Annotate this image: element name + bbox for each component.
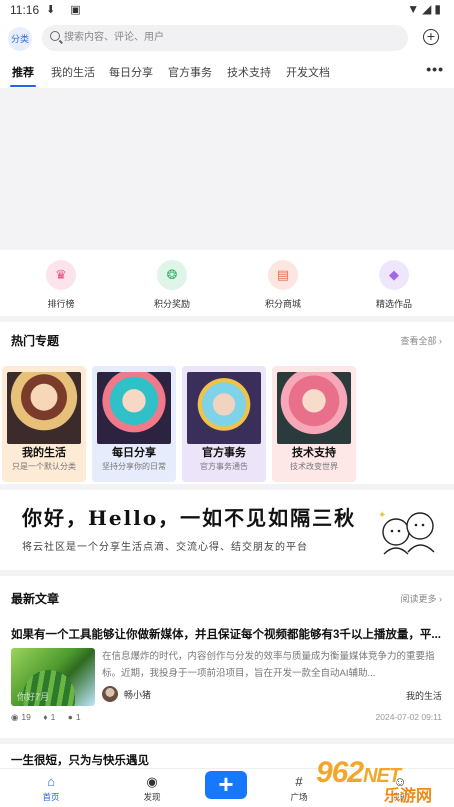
topic-name: 我的生活 xyxy=(22,447,66,459)
notification-icons: ⬇ ▣ xyxy=(46,4,87,16)
more-icon[interactable]: ••• xyxy=(426,61,444,77)
section-title: 最新文章 xyxy=(11,592,60,606)
article-thumbnail[interactable]: 你好7月 xyxy=(11,648,95,706)
quick-link-label: 积分商城 xyxy=(264,299,301,309)
author-name: 畅小猪 xyxy=(124,689,152,700)
crown-icon: ♛ xyxy=(46,260,76,290)
article-category[interactable]: 我的生活 xyxy=(406,689,442,702)
topic-name: 技术支持 xyxy=(292,447,336,459)
tab-dev-docs[interactable]: 开发文档 xyxy=(286,64,330,80)
banner-area[interactable] xyxy=(0,88,454,246)
view-all-link[interactable]: 查看全部 › xyxy=(401,334,443,347)
tab-daily-share[interactable]: 每日分享 xyxy=(109,64,153,80)
topic-image xyxy=(97,372,171,444)
section-title: 热门专题 xyxy=(11,334,60,348)
views-count: 19 xyxy=(21,712,31,722)
active-tab-indicator xyxy=(10,85,36,87)
article-summary: 在信息爆炸的时代，内容创作与分发的效率与质量成为衡量媒体竞争力的重要指标。近期，… xyxy=(102,651,435,679)
slogan-subline: 将云社区是一个分享生活点滴、交流心得、结交朋友的平台 xyxy=(22,542,308,553)
category-button[interactable]: 分类 xyxy=(8,27,32,51)
quick-link-featured[interactable]: ◆ 精选作品 xyxy=(364,260,424,310)
search-input[interactable]: 搜索内容、评论、用户 xyxy=(42,25,408,51)
quick-link-ranking[interactable]: ♛ 排行榜 xyxy=(31,260,91,310)
article-date: 2024-07-02 09:11 xyxy=(375,712,442,722)
quick-link-label: 排行榜 xyxy=(47,299,75,309)
article-title: 一生很短，只为与快乐遇见 xyxy=(11,755,149,767)
tab-my-life[interactable]: 我的生活 xyxy=(51,64,95,80)
read-more-link[interactable]: 阅读更多 › xyxy=(401,592,443,605)
topic-card-official[interactable]: 官方事务 官方事务通告 xyxy=(182,366,266,482)
topic-name: 官方事务 xyxy=(202,447,246,459)
quick-link-label: 积分奖励 xyxy=(153,299,190,309)
comments-count: 1 xyxy=(75,712,81,722)
article-stats: ◉ 19 ♦ 1 ● 1 xyxy=(11,712,91,723)
avatar xyxy=(102,686,118,702)
topic-desc: 官方事务通告 xyxy=(200,462,248,471)
site-watermark-logo: 962NET 乐游网 xyxy=(316,756,448,805)
topic-image xyxy=(7,372,81,444)
quick-links: ♛ 排行榜 ❂ 积分奖励 ▤ 积分商城 ◆ 精选作品 xyxy=(0,250,454,316)
signal-battery-icons: ▼◢▮ xyxy=(407,2,444,16)
watermark-sub: 乐游网 xyxy=(384,788,433,805)
article-author[interactable]: 畅小猪 xyxy=(102,686,151,702)
topic-desc: 技术改变世界 xyxy=(290,462,338,471)
topic-image xyxy=(187,372,261,444)
topic-image xyxy=(277,372,351,444)
cartoon-couple-icon: ✦ xyxy=(378,510,435,555)
eye-icon: ◉ xyxy=(11,712,19,722)
search-placeholder: 搜索内容、评论、用户 xyxy=(64,32,164,43)
quick-link-points-reward[interactable]: ❂ 积分奖励 xyxy=(142,260,202,310)
thumbnail-text: 你好7月 xyxy=(17,692,50,702)
tab-bar: 推荐 我的生活 每日分享 官方事务 技术支持 开发文档 ••• xyxy=(0,56,454,88)
add-button[interactable]: + xyxy=(205,771,247,799)
topic-name: 每日分享 xyxy=(112,447,156,459)
nav-label: 广场 xyxy=(290,792,308,802)
add-circle-icon[interactable]: + xyxy=(423,29,439,45)
slogan-banner[interactable]: 你好，Hello，一如不见如隔三秋 将云社区是一个分享生活点滴、交流心得、结交朋… xyxy=(0,490,454,570)
home-icon: ⌂ xyxy=(47,774,55,789)
gem-icon: ◆ xyxy=(379,260,409,290)
tab-recommend[interactable]: 推荐 xyxy=(12,64,34,80)
status-time: 11:16 xyxy=(10,3,40,17)
tab-tech-support[interactable]: 技术支持 xyxy=(227,64,271,80)
svg-text:✦: ✦ xyxy=(378,510,386,521)
topic-card-my-life[interactable]: 我的生活 只是一个默认分类 xyxy=(2,366,86,482)
quick-link-points-shop[interactable]: ▤ 积分商城 xyxy=(253,260,313,310)
topic-desc: 只是一个默认分类 xyxy=(12,462,76,471)
nav-square[interactable]: # 广场 xyxy=(279,773,319,803)
hot-topics-section: 热门专题 查看全部 › 我的生活 只是一个默认分类 每日分享 坚持分享你的日常 … xyxy=(0,322,454,484)
slogan-headline: 你好，Hello，一如不见如隔三秋 xyxy=(22,506,357,530)
topic-card-tech-support[interactable]: 技术支持 技术改变世界 xyxy=(272,366,356,482)
nav-home[interactable]: ⌂ 首页 xyxy=(31,773,71,803)
tab-official[interactable]: 官方事务 xyxy=(168,64,212,80)
topic-card-daily-share[interactable]: 每日分享 坚持分享你的日常 xyxy=(92,366,176,482)
quick-link-label: 精选作品 xyxy=(375,299,412,309)
shop-icon: ▤ xyxy=(268,260,298,290)
likes-count: 1 xyxy=(50,712,56,722)
likes-stat[interactable]: ♦ 1 xyxy=(43,712,55,722)
topic-desc: 坚持分享你的日常 xyxy=(102,462,166,471)
compass-icon: ◉ xyxy=(146,774,158,789)
status-bar: 11:16 ⬇ ▣ ▼◢▮ xyxy=(0,0,454,20)
add-icon: + xyxy=(218,769,234,799)
nav-label: 首页 xyxy=(42,792,60,802)
views-stat: ◉ 19 xyxy=(11,712,31,722)
nav-discover[interactable]: ◉ 发现 xyxy=(132,773,172,803)
comment-icon: ● xyxy=(67,712,73,722)
top-bar: 分类 搜索内容、评论、用户 + xyxy=(0,20,454,56)
thumb-up-icon: ♦ xyxy=(43,712,48,722)
comments-stat[interactable]: ● 1 xyxy=(68,712,81,722)
nav-label: 发现 xyxy=(143,792,161,802)
hashtag-icon: # xyxy=(295,774,303,789)
search-icon xyxy=(50,31,60,41)
latest-articles-section: 最新文章 阅读更多 › 如果有一个工具能够让你做新媒体，并且保证每个视频都能够有… xyxy=(0,576,454,738)
coin-icon: ❂ xyxy=(157,260,187,290)
article-title[interactable]: 如果有一个工具能够让你做新媒体，并且保证每个视频都能够有3千以上播放量，平... xyxy=(11,626,441,642)
